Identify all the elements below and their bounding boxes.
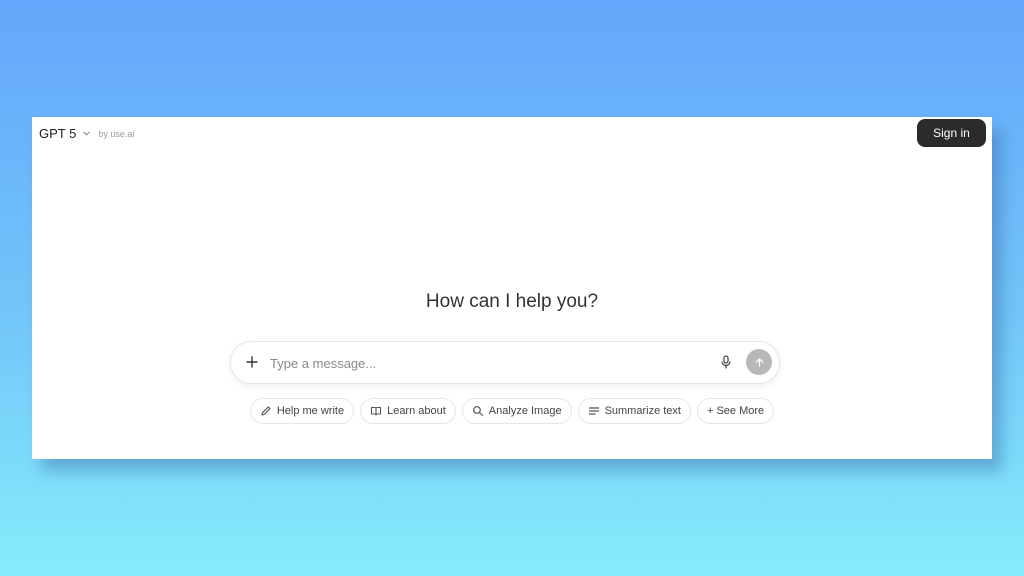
search-icon [472, 405, 484, 417]
plus-icon[interactable] [243, 353, 261, 371]
send-button[interactable] [746, 349, 772, 375]
app-window: GPT 5 by use.ai Sign in How can I help y… [32, 117, 992, 459]
sign-in-button[interactable]: Sign in [917, 119, 986, 147]
book-icon [370, 405, 382, 417]
chip-help-me-write[interactable]: Help me write [249, 398, 355, 424]
microphone-icon[interactable] [717, 353, 735, 371]
pencil-icon [260, 405, 272, 417]
lines-icon [588, 405, 600, 417]
chip-label: Analyze Image [488, 405, 562, 417]
message-input[interactable] [268, 351, 702, 375]
model-name: GPT 5 [39, 126, 77, 141]
page-title: How can I help you? [425, 291, 599, 312]
arrow-up-icon [755, 357, 763, 367]
chip-analyze-image[interactable]: Analyze Image [461, 398, 572, 424]
top-bar: GPT 5 by use.ai Sign in [32, 117, 992, 151]
message-composer [230, 341, 780, 384]
chip-label: Help me write [276, 405, 345, 417]
chip-learn-about[interactable]: Learn about [360, 398, 456, 424]
chip-label: + See More [706, 405, 765, 417]
chip-label: Summarize text [604, 405, 681, 417]
chip-label: Learn about [387, 405, 446, 417]
chip-see-more[interactable]: + See More [696, 398, 775, 424]
byline: by use.ai [98, 128, 135, 139]
chip-summarize-text[interactable]: Summarize text [577, 398, 691, 424]
suggestion-chips: Help me write Learn about Analyze Image … [32, 398, 992, 424]
chevron-down-icon [82, 129, 91, 138]
model-selector[interactable]: GPT 5 by use.ai [39, 126, 134, 141]
